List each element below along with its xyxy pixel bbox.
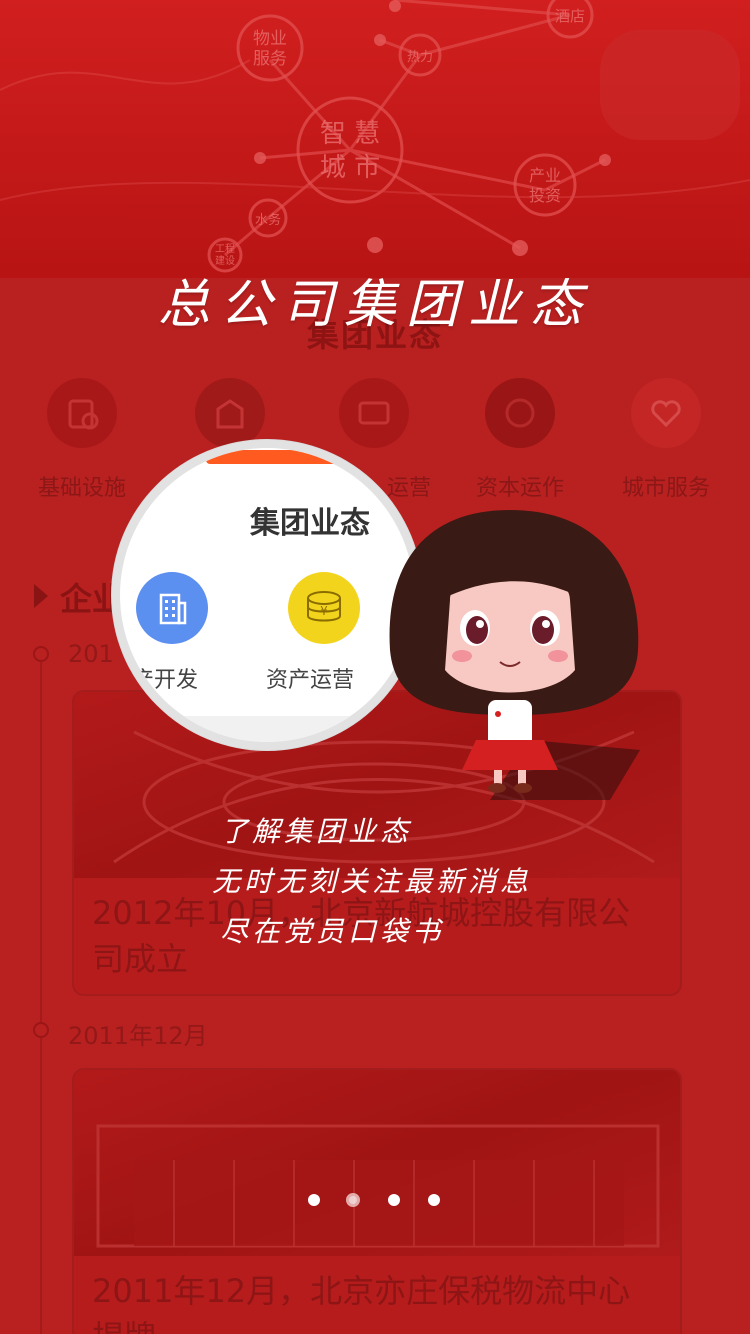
page-dot[interactable] bbox=[308, 1194, 320, 1206]
svg-text:投资: 投资 bbox=[529, 186, 561, 205]
mascot-girl-illustration bbox=[389, 510, 640, 800]
category-city-service: 城市服务 bbox=[596, 378, 736, 502]
building-icon bbox=[47, 378, 117, 448]
svg-text:¥: ¥ bbox=[320, 604, 328, 618]
smart-city-banner: 智 慧 城 市 物业 服务 热力 酒店 产业 投资 水务 工程 建设 bbox=[0, 0, 750, 278]
page-dot[interactable] bbox=[388, 1194, 400, 1206]
svg-text:热力: 热力 bbox=[407, 50, 433, 65]
banner-center-1: 智 慧 bbox=[320, 119, 380, 149]
magnifier-lens: 集团业态 产开发 ¥ 资产运营 bbox=[112, 440, 422, 750]
yen-coin-icon: ¥ bbox=[288, 572, 360, 644]
magnifier-content: 集团业态 产开发 ¥ 资产运营 bbox=[120, 448, 414, 742]
heart-icon bbox=[631, 378, 701, 448]
category-infrastructure: 基础设施 bbox=[12, 378, 152, 502]
lens-label: 产开发 bbox=[132, 668, 199, 693]
category-capital: 资本运作 bbox=[450, 378, 590, 502]
lens-label: 资产运营 bbox=[266, 668, 355, 693]
timeline-line bbox=[40, 652, 42, 1334]
network-graphic: 智 慧 城 市 物业 服务 热力 酒店 产业 投资 水务 工程 建设 bbox=[0, 0, 750, 273]
page-dot[interactable] bbox=[428, 1194, 440, 1206]
page-indicator bbox=[0, 1192, 750, 1212]
money-icon bbox=[339, 378, 409, 448]
category-label: 基础设施 bbox=[37, 476, 126, 501]
section-arrow-icon bbox=[34, 584, 48, 608]
slogan-line: 无时无刻关注最新消息 bbox=[212, 865, 533, 898]
news-photo bbox=[74, 1070, 680, 1256]
svg-text:水务: 水务 bbox=[255, 212, 281, 228]
timeline-node bbox=[33, 646, 49, 662]
category-label: 资本运作 bbox=[475, 476, 564, 501]
lens-bottom-bar bbox=[120, 716, 414, 742]
page-dot-active[interactable] bbox=[346, 1193, 360, 1207]
onboarding-headline: 总公司集团业态 bbox=[157, 275, 592, 335]
lens-orange-bar bbox=[206, 450, 414, 464]
building-icon bbox=[136, 572, 208, 644]
svg-text:酒店: 酒店 bbox=[555, 7, 585, 25]
svg-text:工程: 工程 bbox=[215, 243, 235, 255]
onboarding-page[interactable]: 智 慧 城 市 物业 服务 热力 酒店 产业 投资 水务 工程 建设 集团业态 … bbox=[0, 0, 750, 1334]
slogan-line: 尽在党员口袋书 bbox=[220, 915, 445, 948]
banner-center-2: 城 市 bbox=[320, 153, 380, 183]
timeline-date: 201 bbox=[68, 640, 114, 668]
capital-icon bbox=[485, 378, 555, 448]
timeline-date: 2011年12月 bbox=[68, 1022, 208, 1050]
svg-text:服务: 服务 bbox=[253, 49, 287, 69]
news-text: 2011年12月，北京亦庄保税物流中心揭牌 bbox=[92, 1272, 631, 1334]
lens-title: 集团业态 bbox=[250, 506, 370, 541]
timeline-node bbox=[33, 1022, 49, 1038]
slogan-line: 了解集团业态 bbox=[220, 815, 413, 848]
svg-text:物业: 物业 bbox=[253, 29, 287, 49]
category-label: 城市服务 bbox=[621, 476, 710, 501]
svg-text:产业: 产业 bbox=[529, 166, 561, 185]
house-icon bbox=[195, 378, 265, 448]
